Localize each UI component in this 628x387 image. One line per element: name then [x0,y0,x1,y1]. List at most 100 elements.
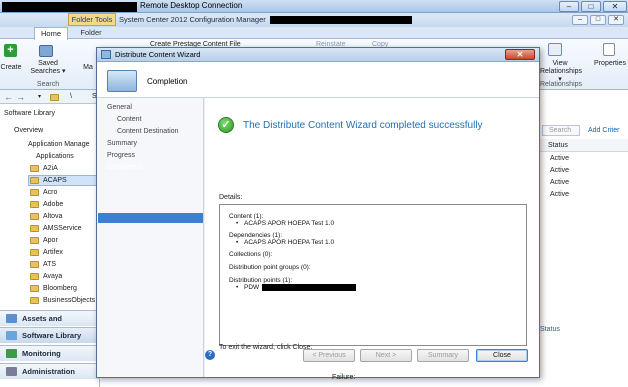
folder-icon [30,261,39,268]
status-cell: Active [550,167,570,174]
remote-desktop-titlebar: Remote Desktop Connection [0,0,628,13]
help-icon[interactable]: ? [205,350,215,360]
tree-item-applications[interactable]: Applications [36,153,74,160]
failure-label: Failure: [332,374,356,381]
folder-item[interactable]: Adobe [43,201,63,208]
results-pane: Search Add Criter Status Active Active A… [540,104,628,387]
folder-item[interactable]: A2iA [43,165,58,172]
column-header-status[interactable]: Status [548,142,568,149]
search-button[interactable]: Search [542,125,580,136]
folder-item[interactable]: AMSService [43,225,82,232]
dp-item: PDW [244,284,260,291]
tree-item-application-management[interactable]: Application Manage [28,141,90,148]
workspace-monitoring[interactable]: Monitoring [0,345,100,361]
dp-heading: Distribution points (1): [229,277,293,284]
status-link[interactable]: Status [540,326,560,333]
folder-icon [50,94,59,101]
rdc-title: Remote Desktop Connection [140,1,243,10]
folder-item[interactable]: BusinessObjects [43,297,95,304]
dialog-title: Distribute Content Wizard [115,50,201,59]
assets-icon [6,314,17,323]
summary-button[interactable]: Summary [417,349,469,362]
minimize-button[interactable]: – [559,1,579,12]
exit-instructions: To exit the wizard, click Close. [219,344,313,351]
add-criteria-link[interactable]: Add Criter [588,127,620,134]
back-arrow-icon[interactable]: ← [4,92,13,102]
manage-button-partial[interactable]: Ma [78,64,98,72]
folder-item-selected[interactable]: ACAPS [43,177,67,184]
folder-tools-context-tab[interactable]: Folder Tools [68,13,116,26]
workspace-assets-and-compliance[interactable]: Assets and Compliance [0,310,100,338]
app-maximize-button[interactable]: □ [590,15,606,25]
saved-searches-icon [39,45,53,57]
relationships-group-label: Relationships [540,81,583,88]
app-minimize-button[interactable]: – [572,15,588,25]
status-cell: Active [550,155,570,162]
folder-item[interactable]: Avaya [43,273,62,280]
rdc-window-controls: – □ ✕ [559,0,628,13]
tab-folder[interactable]: Folder [74,27,108,40]
wizard-page: ✓ The Distribute Content Wizard complete… [205,98,539,377]
forward-arrow-icon[interactable]: → [16,92,25,102]
redacted-block [2,2,137,12]
view-relationships-icon [548,43,562,56]
folder-item[interactable]: Bloomberg [43,285,77,292]
close-button[interactable]: Close [476,349,528,362]
app-close-button[interactable]: ✕ [608,15,624,25]
app-title: System Center 2012 Configuration Manager [119,15,266,24]
previous-button[interactable]: < Previous [303,349,355,362]
status-cell: Active [550,191,570,198]
workspace-administration[interactable]: Administration [0,363,100,379]
details-textbox[interactable]: Content (1): • ACAPS APOR HOEPA Test 1.0… [219,204,527,346]
history-dropdown-icon[interactable]: ▾ [38,93,41,100]
success-message: The Distribute Content Wizard completed … [243,120,483,131]
dialog-titlebar: Distribute Content Wizard [97,48,539,62]
dp-bullet: • [236,284,239,291]
folder-item[interactable]: Acro [43,189,57,196]
wizard-steps: General Content Content Destination Summ… [97,98,204,377]
breadcrumb-separator: \ [70,93,72,100]
tree-item-overview[interactable]: Overview [14,127,43,134]
step-completion: Completion [107,164,143,171]
folder-icon [30,225,39,232]
step-progress: Progress [107,152,136,159]
redacted-block [270,16,412,24]
folder-item[interactable]: Apor [43,237,58,244]
close-button[interactable]: ✕ [603,1,627,12]
properties-button[interactable]: Properties [592,60,628,68]
dp-groups-heading: Distribution point groups (0): [229,264,311,271]
content-bullet: • [236,220,239,227]
properties-icon [603,43,615,56]
folder-icon [30,297,39,304]
folder-icon [30,201,39,208]
monitoring-icon [6,349,17,358]
success-check-icon: ✓ [218,117,234,133]
administration-icon [6,367,17,376]
folder-item[interactable]: Altova [43,213,62,220]
folder-icon [30,273,39,280]
app-window-controls: – □ ✕ [572,15,626,25]
dependencies-heading: Dependencies (1): [229,232,283,239]
dialog-header: Completion [97,62,539,98]
create-icon: + [4,44,17,57]
folder-icon [30,177,39,184]
create-button[interactable]: Create [0,64,22,72]
workspace-software-library[interactable]: Software Library [0,327,100,343]
search-group-label: Search [36,81,60,88]
folder-icon [30,213,39,220]
saved-searches-button[interactable]: Saved Searches ▾ [28,60,68,76]
tab-home[interactable]: Home [34,27,68,40]
folder-icon [30,285,39,292]
computer-icon [107,70,137,92]
dialog-close-button[interactable]: ✕ [505,49,535,60]
wizard-icon [101,50,111,59]
page-title: Completion [147,77,188,86]
dependency-bullet: • [236,239,239,246]
next-button[interactable]: Next > [360,349,412,362]
navigation-pane: Software Library Overview Application Ma… [0,104,100,387]
folder-item[interactable]: Artifex [43,249,63,256]
collections-heading: Collections (0): [229,251,273,258]
status-cell: Active [550,179,570,186]
folder-item[interactable]: ATS [43,261,56,268]
maximize-button[interactable]: □ [581,1,601,12]
